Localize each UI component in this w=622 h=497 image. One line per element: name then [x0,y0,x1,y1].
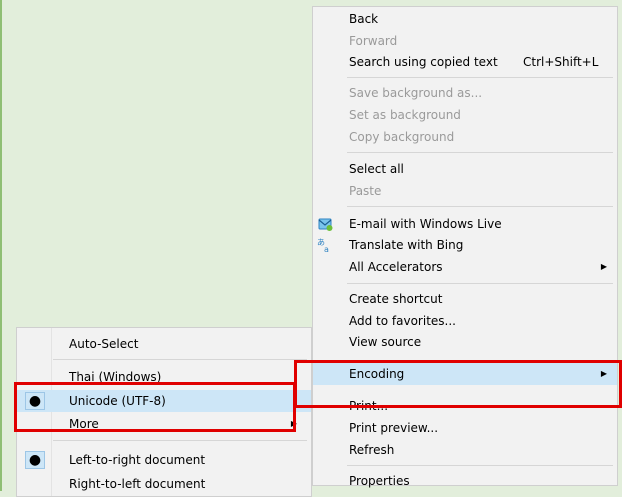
menu-separator [347,77,613,78]
menu-item-label: Print preview... [349,421,439,435]
menu-item-refresh[interactable]: Refresh [313,439,617,461]
menu-item-label: Add to favorites... [349,314,456,328]
menu-item-label: Set as background [349,108,461,122]
menu-item-label: Select all [349,162,404,176]
menu-item-label: Properties [349,474,410,488]
menu-item-label: Copy background [349,130,455,144]
menu-item-label: Translate with Bing [349,238,464,252]
menu-item-label: View source [349,335,422,349]
radio-bullet-icon: ● [25,451,45,469]
context-menu: Back Forward Search using copied text Ctr… [312,6,618,488]
menu-item-label: E-mail with Windows Live [349,217,502,231]
encoding-auto-select[interactable]: Auto-Select [17,333,311,355]
menu-item-label: Paste [349,184,382,198]
menu-item-paste[interactable]: Paste [313,180,617,202]
menu-item-back[interactable]: Back [313,8,617,30]
menu-item-translate-bing[interactable]: あ a Translate with Bing [313,234,617,256]
menu-item-label: Back [349,12,379,26]
menu-item-email-windows-live[interactable]: E-mail with Windows Live [313,213,617,235]
menu-item-all-accelerators[interactable]: All Accelerators ▶ [313,256,617,278]
menu-item-copy-background[interactable]: Copy background [313,126,617,148]
encoding-right-to-left[interactable]: Right-to-left document [17,473,311,495]
menu-separator [53,359,307,360]
menu-item-label: Auto-Select [69,337,139,351]
menu-separator [347,465,613,466]
menu-item-add-favorites[interactable]: Add to favorites... [313,310,617,332]
annotation-box-utf8 [14,382,296,432]
shortcut-label: Ctrl+Shift+L [523,55,599,69]
menu-item-label: Create shortcut [349,292,443,306]
svg-text:a: a [324,245,329,253]
menu-item-label: Right-to-left document [69,477,206,491]
translate-bing-icon: あ a [317,238,329,253]
menu-separator [53,440,307,441]
menu-item-view-source[interactable]: View source [313,331,617,353]
annotation-box-encoding [294,360,622,408]
menu-item-set-background[interactable]: Set as background [313,104,617,126]
menu-item-label: Save background as... [349,86,483,100]
menu-item-label: Search using copied text [349,55,498,69]
submenu-arrow-icon: ▶ [600,262,607,271]
encoding-left-to-right[interactable]: ● Left-to-right document [17,449,311,471]
menu-item-label: Forward [349,34,398,48]
menu-item-search-copied-text[interactable]: Search using copied text Ctrl+Shift+L [313,51,617,73]
menu-item-save-background[interactable]: Save background as... [313,82,617,104]
menu-item-forward[interactable]: Forward [313,30,617,52]
menu-item-label: Left-to-right document [69,453,206,467]
page-left-border [0,0,2,491]
menu-separator [347,283,613,284]
menu-separator [347,206,613,207]
menu-item-label: Refresh [349,443,395,457]
menu-item-properties[interactable]: Properties [313,470,617,492]
menu-separator [347,152,613,153]
menu-item-create-shortcut[interactable]: Create shortcut [313,288,617,310]
menu-item-select-all[interactable]: Select all [313,158,617,180]
menu-item-label: All Accelerators [349,260,443,274]
menu-item-print-preview[interactable]: Print preview... [313,417,617,439]
email-live-icon [318,218,333,231]
